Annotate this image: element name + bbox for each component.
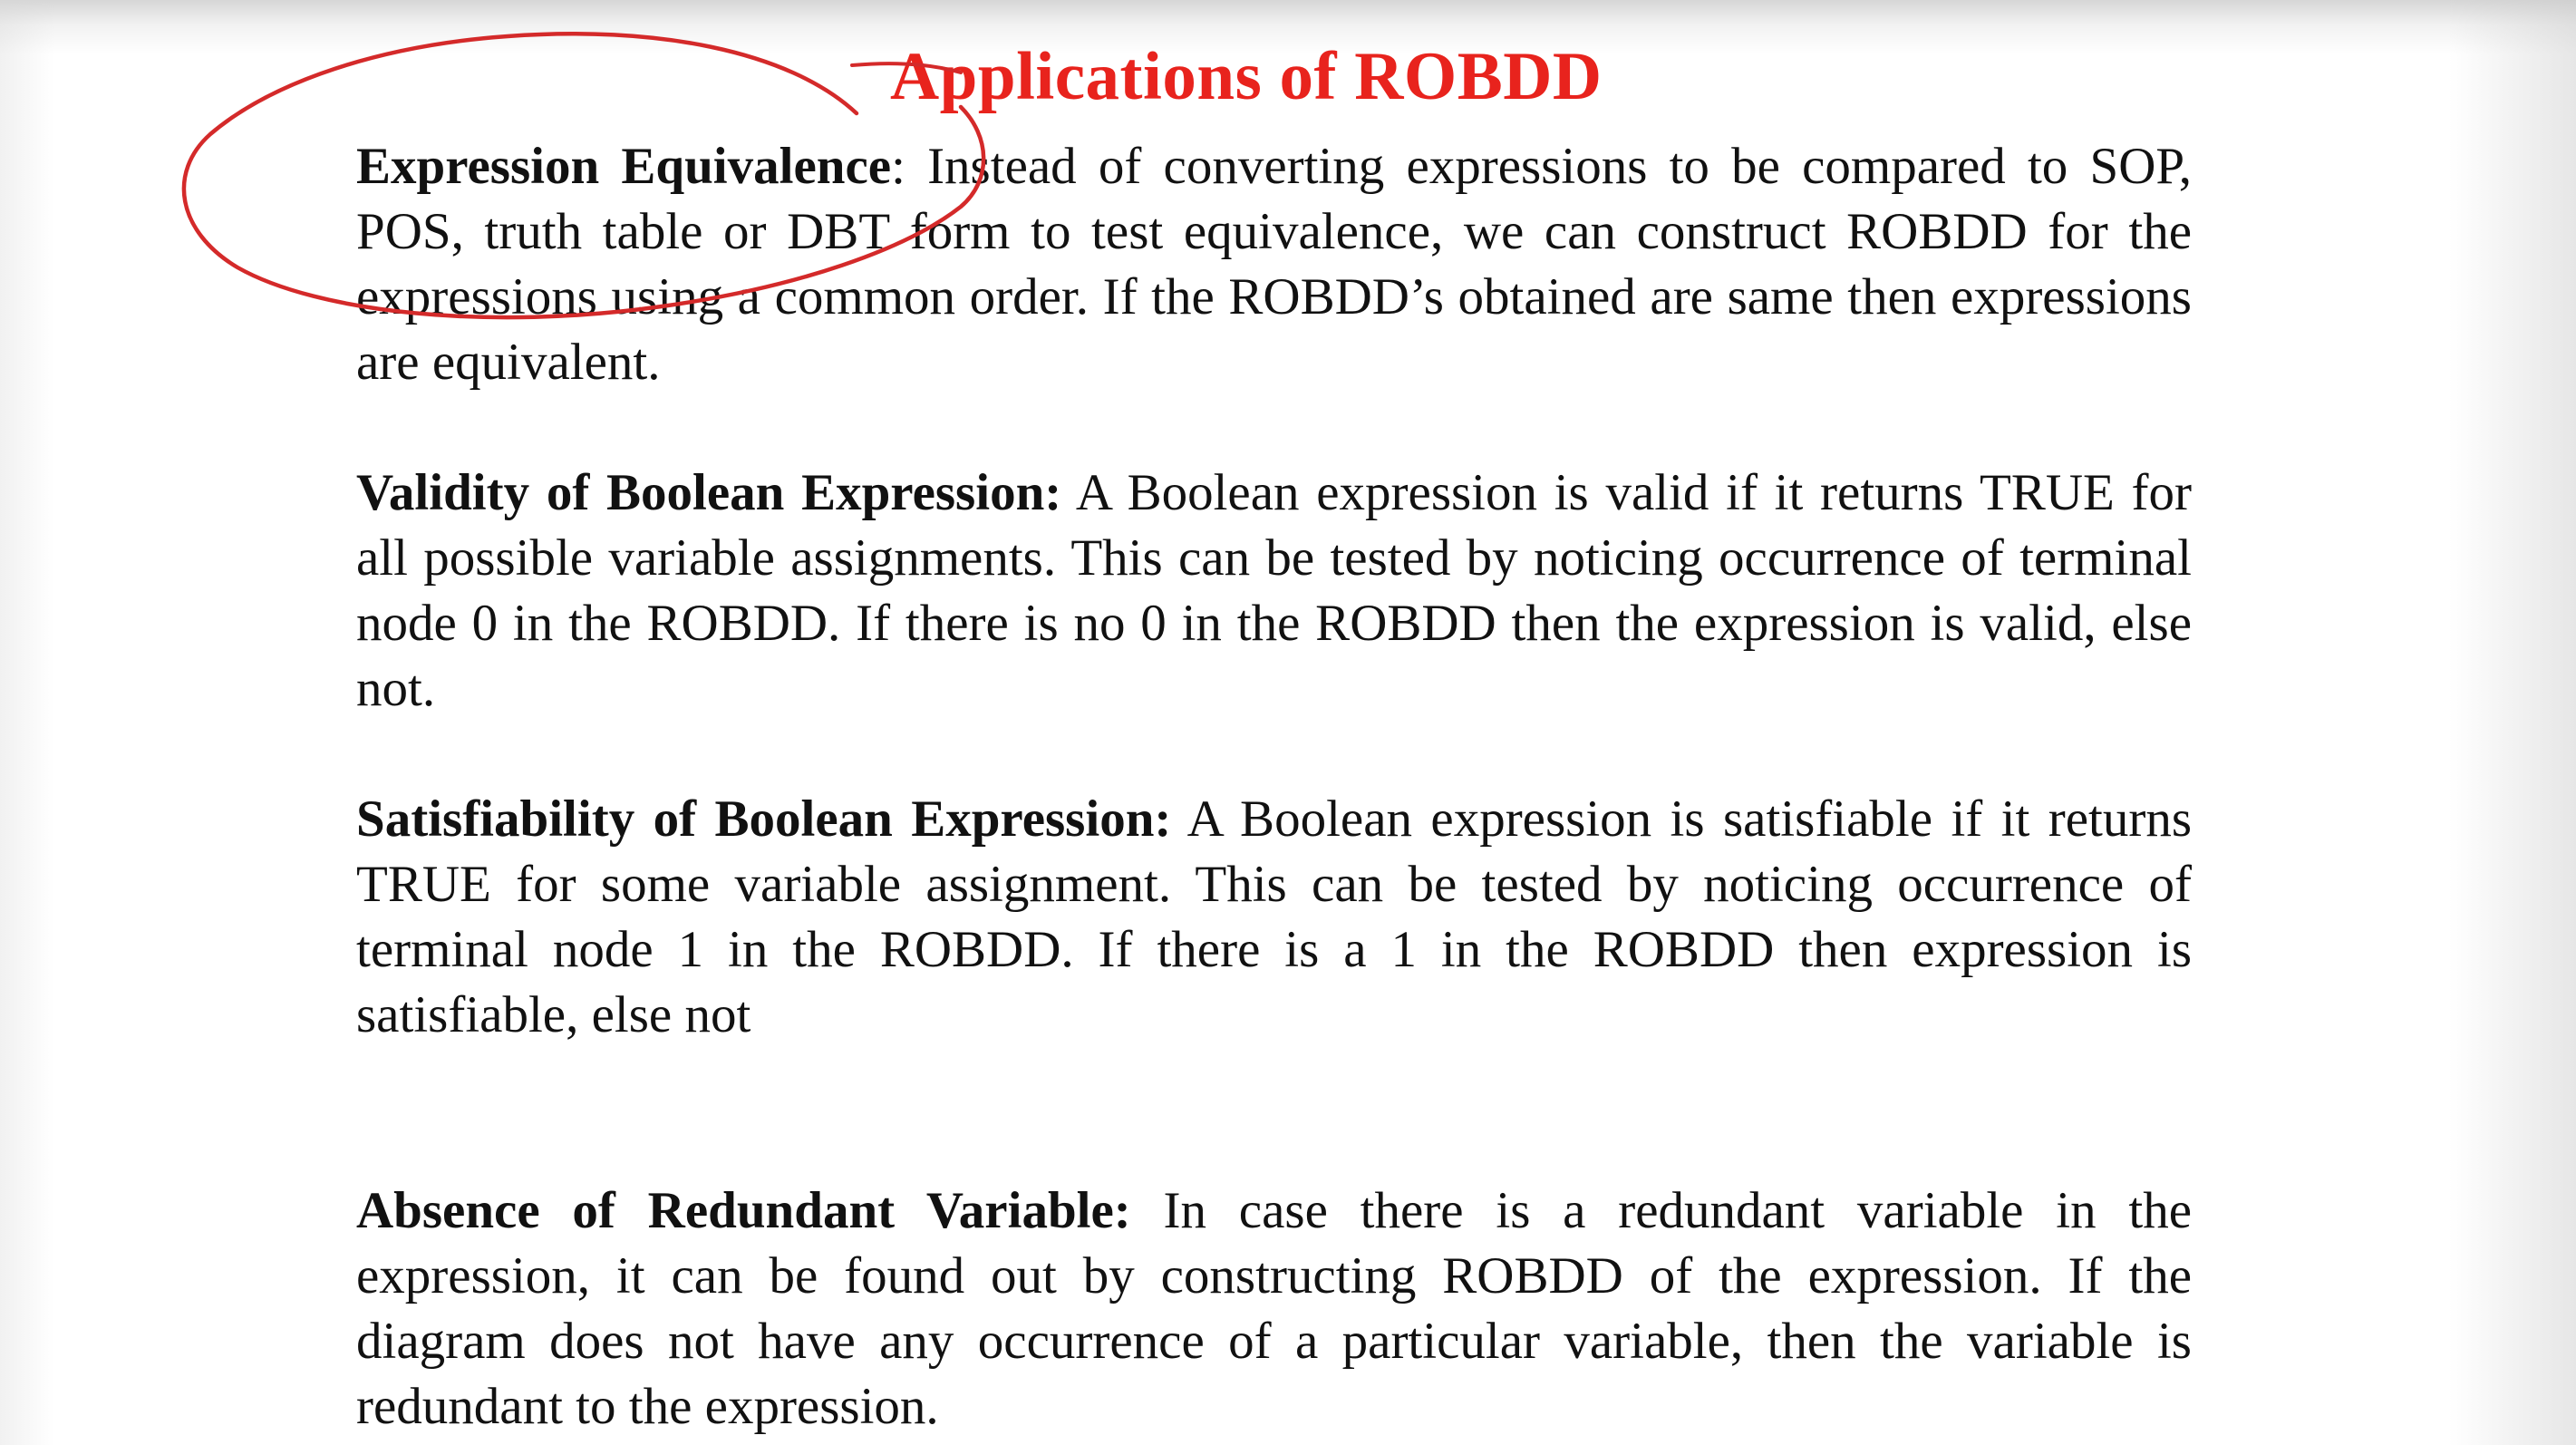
section-term: Expression Equivalence — [356, 138, 892, 195]
left-edge-shadow — [0, 0, 54, 1445]
section-expression-equivalence: Expression Equivalence: Instead of conve… — [356, 134, 2192, 395]
section-validity: Validity of Boolean Expression: A Boolea… — [356, 461, 2192, 722]
section-separator — [1171, 790, 1186, 848]
section-redundant-variable: Absence of Redundant Variable: In case t… — [356, 1178, 2192, 1440]
section-separator: : — [891, 138, 928, 195]
right-edge-shadow — [2449, 0, 2576, 1445]
section-term: Absence of Redundant Variable: — [356, 1182, 1131, 1239]
section-separator — [1131, 1182, 1164, 1239]
section-term: Validity of Boolean Expression: — [356, 464, 1062, 521]
section-satisfiability: Satisfiability of Boolean Expression: A … — [356, 787, 2192, 1048]
slide-page: Applications of ROBDD Expression Equival… — [0, 0, 2576, 1445]
section-separator — [1061, 464, 1076, 521]
section-term: Satisfiability of Boolean Expression: — [356, 790, 1172, 848]
slide-title: Applications of ROBDD — [890, 39, 1603, 114]
